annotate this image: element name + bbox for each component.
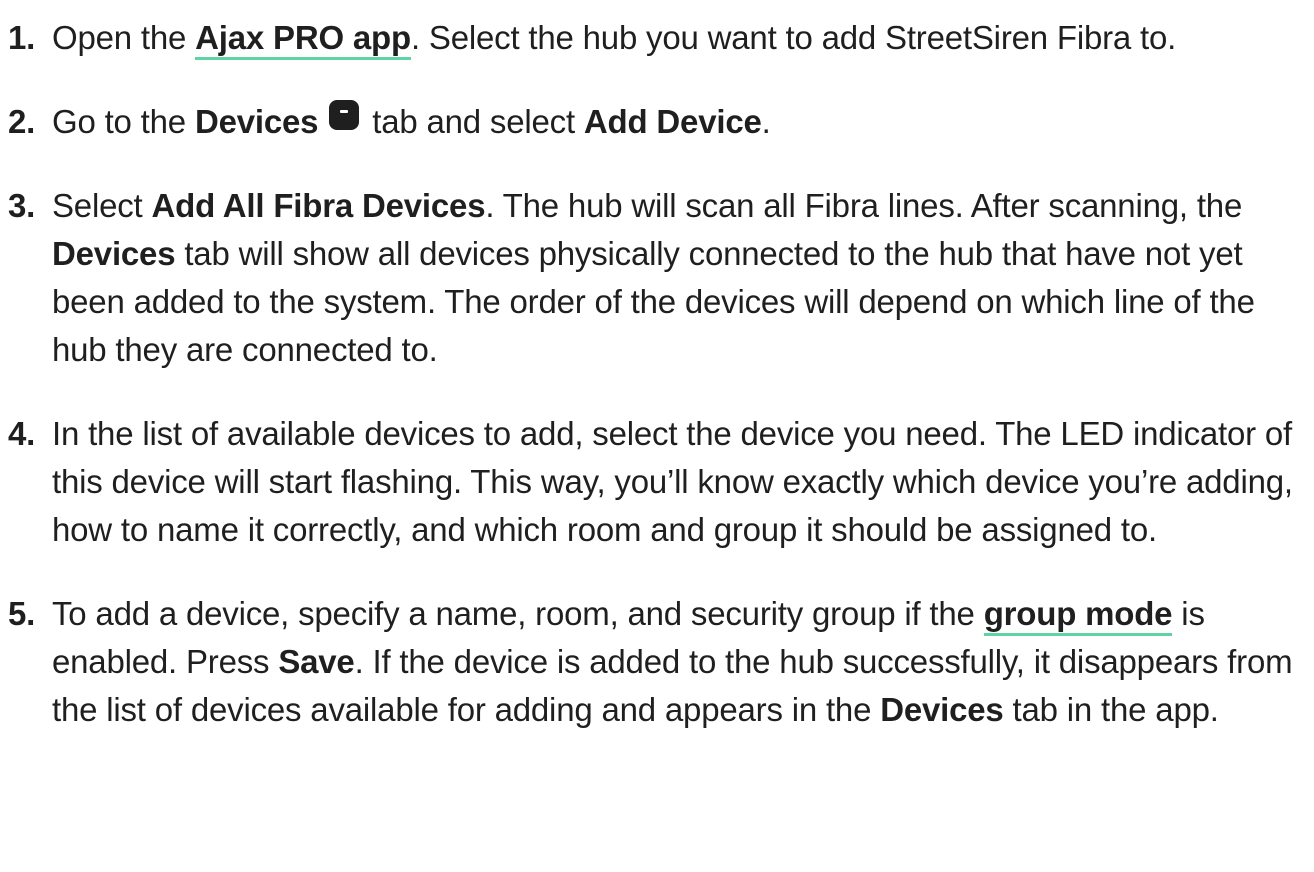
step-number: 2.: [8, 103, 36, 140]
step-text: Open the: [52, 19, 196, 56]
step-3: 3. Select Add All Fibra Devices. The hub…: [8, 182, 1308, 374]
step-number: 5.: [8, 595, 36, 632]
devices-tab-icon: [329, 100, 360, 130]
step-text: To add a device, specify a name, room, a…: [52, 595, 984, 632]
step-number: 1.: [8, 19, 36, 56]
step-text: Go to the: [52, 103, 195, 140]
devices-label: Devices: [880, 691, 1004, 728]
save-label: Save: [278, 643, 355, 680]
setup-steps-list: 1. Open the Ajax PRO app. Select the hub…: [0, 0, 1308, 734]
step-text: tab and select: [363, 103, 584, 140]
step-text: In the list of available devices to add,…: [52, 415, 1293, 548]
step-text: tab in the app.: [1003, 691, 1219, 728]
step-text: . Select the hub you want to add StreetS…: [410, 19, 1177, 56]
step-text: .: [761, 103, 771, 140]
step-text: Select: [52, 187, 152, 224]
add-device-label: Add Device: [583, 103, 762, 140]
devices-label: Devices: [194, 103, 319, 140]
add-all-fibra-devices-label: Add All Fibra Devices: [151, 187, 486, 224]
step-number: 3.: [8, 187, 36, 224]
step-2: 2. Go to the Devices tab and select Add …: [8, 98, 1308, 146]
devices-label: Devices: [52, 235, 176, 272]
step-1: 1. Open the Ajax PRO app. Select the hub…: [8, 14, 1308, 62]
step-4: 4. In the list of available devices to a…: [8, 410, 1308, 554]
step-text: tab will show all devices physically con…: [52, 235, 1255, 368]
step-5: 5. To add a device, specify a name, room…: [8, 590, 1308, 734]
step-text: . The hub will scan all Fibra lines. Aft…: [485, 187, 1243, 224]
ajax-pro-app-link[interactable]: Ajax PRO app: [195, 19, 411, 60]
group-mode-link[interactable]: group mode: [983, 595, 1173, 636]
step-number: 4.: [8, 415, 36, 452]
